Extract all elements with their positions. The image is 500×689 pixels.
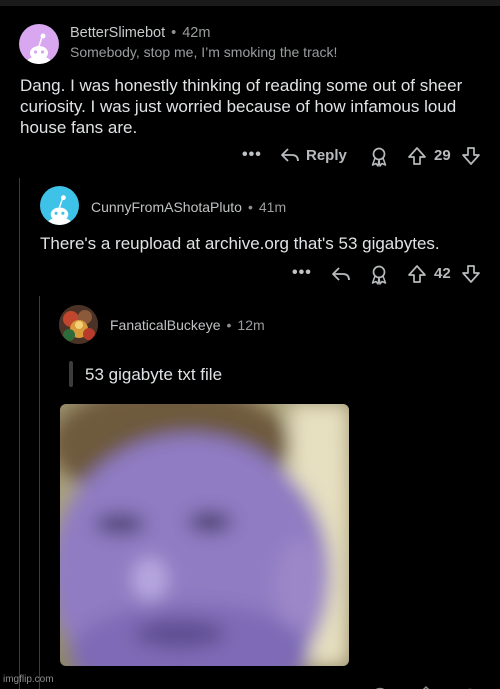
reply-button[interactable] xyxy=(331,265,351,283)
quote-bar xyxy=(69,361,73,387)
timestamp: 42m xyxy=(182,25,211,41)
comment-actions-partial xyxy=(0,680,500,689)
separator: • xyxy=(226,317,232,333)
timestamp: 41m xyxy=(258,199,287,215)
reply-arrow-icon xyxy=(332,267,350,281)
upvote-button[interactable] xyxy=(407,264,427,284)
vote-count: 42 xyxy=(434,265,451,282)
thread-line[interactable] xyxy=(39,296,40,689)
comment-actions: ••• Reply 29 xyxy=(0,146,500,170)
upvote-button[interactable] xyxy=(407,146,427,166)
username[interactable]: FanaticalBuckeye xyxy=(110,317,221,333)
reply-label: Reply xyxy=(306,146,347,164)
separator: • xyxy=(247,199,253,215)
upvote-icon xyxy=(408,265,426,283)
upvote-icon xyxy=(408,147,426,165)
reply-button[interactable]: Reply xyxy=(280,146,347,164)
award-button[interactable] xyxy=(369,265,389,285)
award-icon xyxy=(371,147,387,167)
username[interactable]: CunnyFromAShotaPluto xyxy=(91,199,242,215)
blurry-face-photo xyxy=(60,404,349,666)
vote-count: 29 xyxy=(434,147,451,164)
comment-actions: ••• 42 xyxy=(0,264,500,288)
comment-author[interactable]: FanaticalBuckeye • 12m xyxy=(110,317,265,333)
award-button[interactable] xyxy=(369,147,389,167)
thread-line[interactable] xyxy=(19,178,20,689)
more-icon[interactable]: ••• xyxy=(292,264,312,282)
quoted-text: 53 gigabyte txt file xyxy=(85,365,223,384)
comment-author[interactable]: CunnyFromAShotaPluto • 41m xyxy=(91,199,286,215)
snoo-avatar-icon xyxy=(26,33,52,64)
custom-avatar-image xyxy=(59,305,98,344)
comment-author[interactable]: BetterSlimebot • 42m xyxy=(70,25,210,41)
downvote-button[interactable] xyxy=(461,264,481,284)
timestamp: 12m xyxy=(237,317,265,333)
award-icon xyxy=(371,265,387,285)
snoo-avatar-icon xyxy=(46,195,73,225)
reply-arrow-icon xyxy=(281,148,299,162)
comment-image[interactable] xyxy=(60,404,349,666)
downvote-button[interactable] xyxy=(461,146,481,166)
partial-action-icons xyxy=(375,685,473,689)
downvote-icon xyxy=(462,265,480,283)
imgflip-watermark: imgflip.com xyxy=(3,674,54,685)
user-flair: Somebody, stop me, I’m smoking the track… xyxy=(70,44,338,60)
user-avatar[interactable] xyxy=(40,186,79,225)
user-avatar[interactable] xyxy=(59,305,98,344)
user-avatar[interactable] xyxy=(19,24,59,64)
more-icon[interactable]: ••• xyxy=(242,146,262,164)
top-bar xyxy=(0,0,500,6)
comment-body: There's a reupload at archive.org that's… xyxy=(40,234,440,253)
comment-body: Dang. I was honestly thinking of reading… xyxy=(20,76,463,137)
downvote-icon xyxy=(462,147,480,165)
separator: • xyxy=(171,25,177,41)
username[interactable]: BetterSlimebot xyxy=(70,25,165,41)
